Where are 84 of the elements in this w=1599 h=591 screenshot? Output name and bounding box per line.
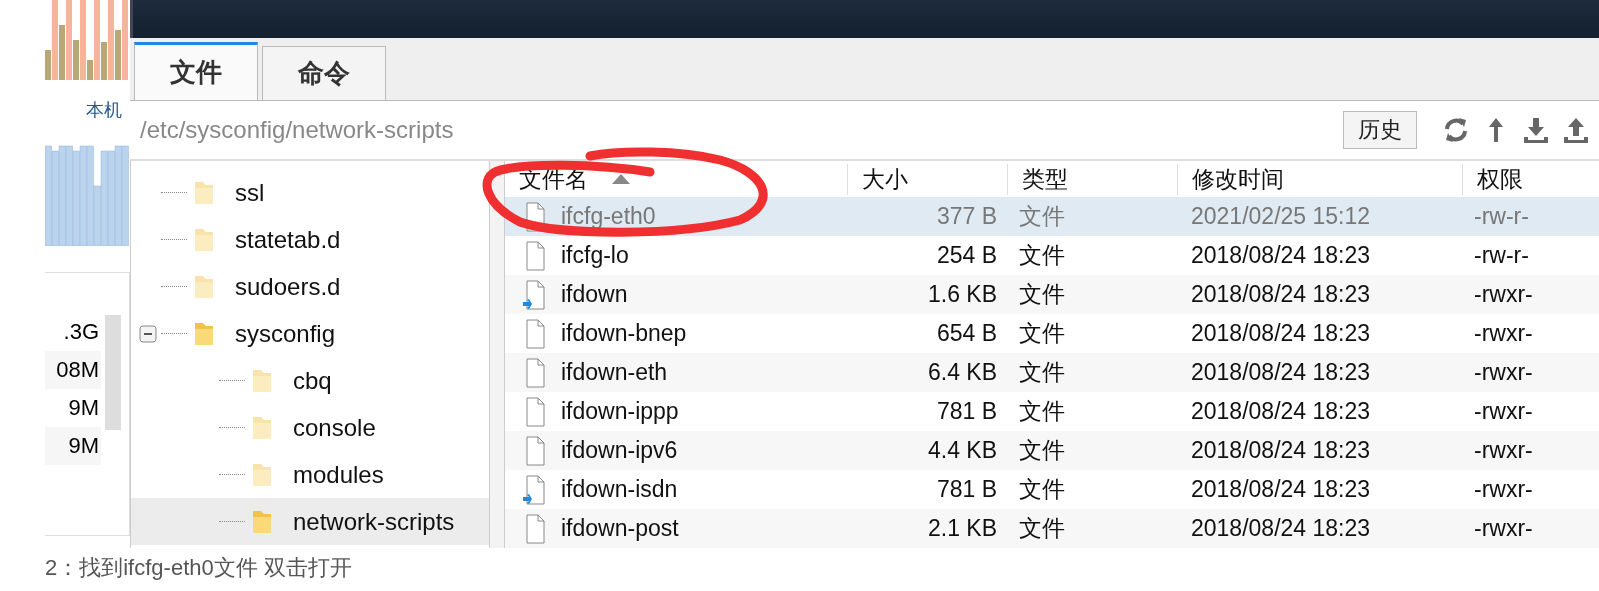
table-cell-text: -rwxr- xyxy=(1473,320,1534,347)
column-header[interactable]: 修改时间 xyxy=(1177,163,1462,195)
table-cell-text: 4.4 KB xyxy=(926,437,998,464)
table-cell-text: 2018/08/24 18:23 xyxy=(1190,398,1372,425)
file-row[interactable]: ifdown-ipv6 4.4 KB 文件 2018/08/24 18:23 -rwxr- xyxy=(505,431,1599,470)
table-cell-text: 2018/08/24 18:23 xyxy=(1190,242,1372,269)
table-cell-text: 1.6 KB xyxy=(926,281,998,308)
tree-item[interactable]: cbq xyxy=(131,357,489,404)
table-cell-text: 文件 xyxy=(1018,436,1066,465)
splitter[interactable] xyxy=(490,161,505,548)
file-name: ifcfg-eth0 xyxy=(561,203,656,230)
tab[interactable]: 文件 xyxy=(134,42,258,100)
scrollbar[interactable] xyxy=(105,315,121,430)
table-cell-text: 文件 xyxy=(1018,397,1066,426)
table-cell-text: -rwxr- xyxy=(1473,398,1534,425)
table-cell-text: 2018/08/24 18:23 xyxy=(1190,320,1372,347)
table-cell-text: 2.1 KB xyxy=(926,515,998,542)
column-header[interactable]: 大小 xyxy=(847,163,1007,195)
table-cell-text: 2021/02/25 15:12 xyxy=(1190,203,1372,230)
table-cell-text: -rwxr- xyxy=(1473,359,1534,386)
usage-value: 9M xyxy=(45,427,101,465)
table-cell-text: 654 B xyxy=(935,320,998,347)
folder-icon xyxy=(251,461,273,488)
file-name: ifdown-bnep xyxy=(561,320,687,347)
host-label: 本机 xyxy=(86,99,122,122)
table-cell-text: 254 B xyxy=(935,242,998,269)
table-cell-text: 文件 xyxy=(1018,241,1066,270)
table-cell-text: -rwxr- xyxy=(1473,476,1534,503)
file-name: ifdown xyxy=(561,281,628,308)
table-cell-text: 文件 xyxy=(1018,475,1066,504)
folder-icon xyxy=(193,273,215,300)
download-icon[interactable] xyxy=(1521,115,1551,145)
tree-item[interactable]: ssl xyxy=(131,169,489,216)
path-field[interactable]: /etc/sysconfig/network-scripts xyxy=(140,116,1333,144)
tree-item[interactable]: modules xyxy=(131,451,489,498)
folder-icon xyxy=(251,508,273,535)
file-name: ifdown-ipv6 xyxy=(561,437,678,464)
table-cell-text: 文件 xyxy=(1018,280,1066,309)
table-cell-text: -rw-r- xyxy=(1473,242,1530,269)
file-name: ifdown-eth xyxy=(561,359,668,386)
column-header[interactable]: 权限 xyxy=(1462,163,1599,195)
folder-icon xyxy=(251,414,273,441)
history-button[interactable]: 历史 xyxy=(1343,111,1417,149)
table-cell-text: 文件 xyxy=(1018,358,1066,387)
table-cell-text: 2018/08/24 18:23 xyxy=(1190,476,1372,503)
column-header[interactable]: 文件名 xyxy=(505,163,847,195)
table-cell-text: 781 B xyxy=(935,476,998,503)
file-row[interactable]: ifdown 1.6 KB 文件 2018/08/24 18:23 -rwxr- xyxy=(505,275,1599,314)
tree-item[interactable]: network-scripts xyxy=(131,498,489,545)
table-cell-text: 2018/08/24 18:23 xyxy=(1190,437,1372,464)
table-cell-text: -rw-r- xyxy=(1473,203,1530,230)
sort-icon xyxy=(612,174,630,184)
file-name: ifdown-post xyxy=(561,515,679,542)
table-cell-text: 6.4 KB xyxy=(926,359,998,386)
tab[interactable]: 命令 xyxy=(262,46,386,100)
table-cell-text: 文件 xyxy=(1018,514,1066,543)
table-cell-text: 781 B xyxy=(935,398,998,425)
column-header[interactable]: 类型 xyxy=(1007,163,1177,195)
table-cell-text: -rwxr- xyxy=(1473,515,1534,542)
file-name: ifdown-isdn xyxy=(561,476,678,503)
table-cell-text: 2018/08/24 18:23 xyxy=(1190,281,1372,308)
table-cell-text: 2018/08/24 18:23 xyxy=(1190,359,1372,386)
table-cell-text: 377 B xyxy=(935,203,998,230)
tree-item[interactable]: console xyxy=(131,404,489,451)
table-cell-text: -rwxr- xyxy=(1473,281,1534,308)
file-row[interactable]: ifcfg-eth0 377 B 文件 2021/02/25 15:12 -rw-r- xyxy=(505,197,1599,236)
tree-item[interactable]: statetab.d xyxy=(131,216,489,263)
file-row[interactable]: ifdown-eth 6.4 KB 文件 2018/08/24 18:23 -rwxr- xyxy=(505,353,1599,392)
table-cell-text: 文件 xyxy=(1018,202,1066,231)
file-row[interactable]: ifdown-post 2.1 KB 文件 2018/08/24 18:23 -rwxr- xyxy=(505,509,1599,548)
folder-icon xyxy=(193,320,215,347)
tree-item[interactable]: sudoers.d xyxy=(131,263,489,310)
table-cell-text: 文件 xyxy=(1018,319,1066,348)
usage-value: 08M xyxy=(45,351,101,389)
folder-icon xyxy=(251,367,273,394)
table-cell-text: 2018/08/24 18:23 xyxy=(1190,515,1372,542)
folder-icon xyxy=(193,179,215,206)
collapse-icon[interactable] xyxy=(139,324,157,343)
file-name: ifdown-ippp xyxy=(561,398,679,425)
caption: 2：找到ifcfg-eth0文件 双击打开 xyxy=(45,554,353,582)
file-name: ifcfg-lo xyxy=(561,242,629,269)
tree-item[interactable]: sysconfig xyxy=(131,310,489,357)
table-cell-text: -rwxr- xyxy=(1473,437,1534,464)
folder-icon xyxy=(193,226,215,253)
